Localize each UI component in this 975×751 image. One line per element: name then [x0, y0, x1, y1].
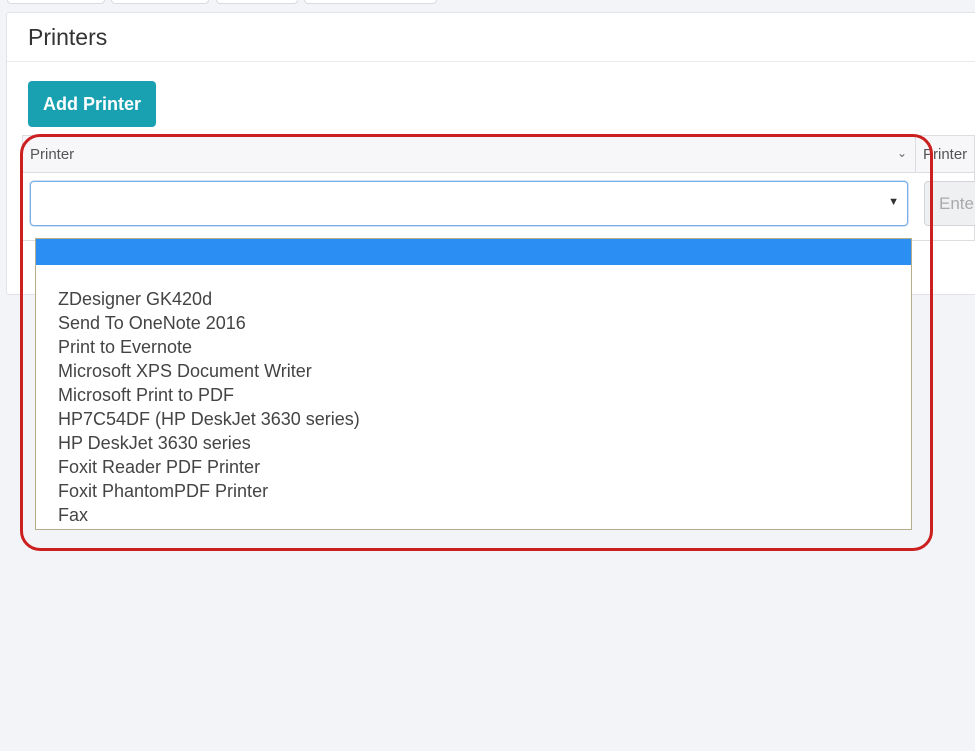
dropdown-option[interactable]: Send To OneNote 2016	[58, 311, 360, 335]
top-tab[interactable]	[304, 0, 437, 4]
printer-select[interactable]: ▼	[30, 181, 908, 226]
dropdown-option[interactable]: Fax	[58, 503, 360, 527]
caret-down-icon[interactable]: ▼	[888, 196, 899, 208]
column-header-printer-2[interactable]: Printer	[923, 136, 967, 173]
top-tab-bar	[0, 0, 975, 6]
top-tab[interactable]	[216, 0, 298, 4]
dropdown-options: ZDesigner GK420d Send To OneNote 2016 Pr…	[58, 287, 360, 527]
add-printer-button[interactable]: Add Printer	[28, 81, 156, 127]
dropdown-option[interactable]: Microsoft XPS Document Writer	[58, 359, 360, 383]
dropdown-option-empty[interactable]	[36, 239, 911, 265]
dropdown-option[interactable]: ZDesigner GK420d	[58, 287, 360, 311]
dropdown-option[interactable]: HP DeskJet 3630 series	[58, 431, 360, 455]
dropdown-option[interactable]: Foxit PhantomPDF Printer	[58, 479, 360, 503]
printer-dropdown-list[interactable]: ZDesigner GK420d Send To OneNote 2016 Pr…	[35, 238, 912, 530]
dropdown-option[interactable]: Microsoft Print to PDF	[58, 383, 360, 407]
chevron-down-icon[interactable]: ⌄	[897, 146, 907, 160]
page-title: Printers	[28, 23, 108, 50]
top-tab[interactable]	[7, 0, 105, 4]
printer-table: Printer ⌄ Printer ▼ Ente	[22, 135, 975, 241]
top-tab[interactable]	[111, 0, 209, 4]
panel-header: Printers	[7, 13, 975, 62]
table-header: Printer ⌄ Printer	[23, 136, 974, 173]
printer-text-input[interactable]: Ente	[924, 181, 975, 226]
column-header-label: Printer	[923, 146, 968, 163]
dropdown-option[interactable]: Print to Evernote	[58, 335, 360, 359]
dropdown-option[interactable]: HP7C54DF (HP DeskJet 3630 series)	[58, 407, 360, 431]
dropdown-option[interactable]: Foxit Reader PDF Printer	[58, 455, 360, 479]
column-header-label: Printer	[30, 146, 75, 163]
column-header-printer[interactable]: Printer ⌄	[23, 136, 916, 173]
